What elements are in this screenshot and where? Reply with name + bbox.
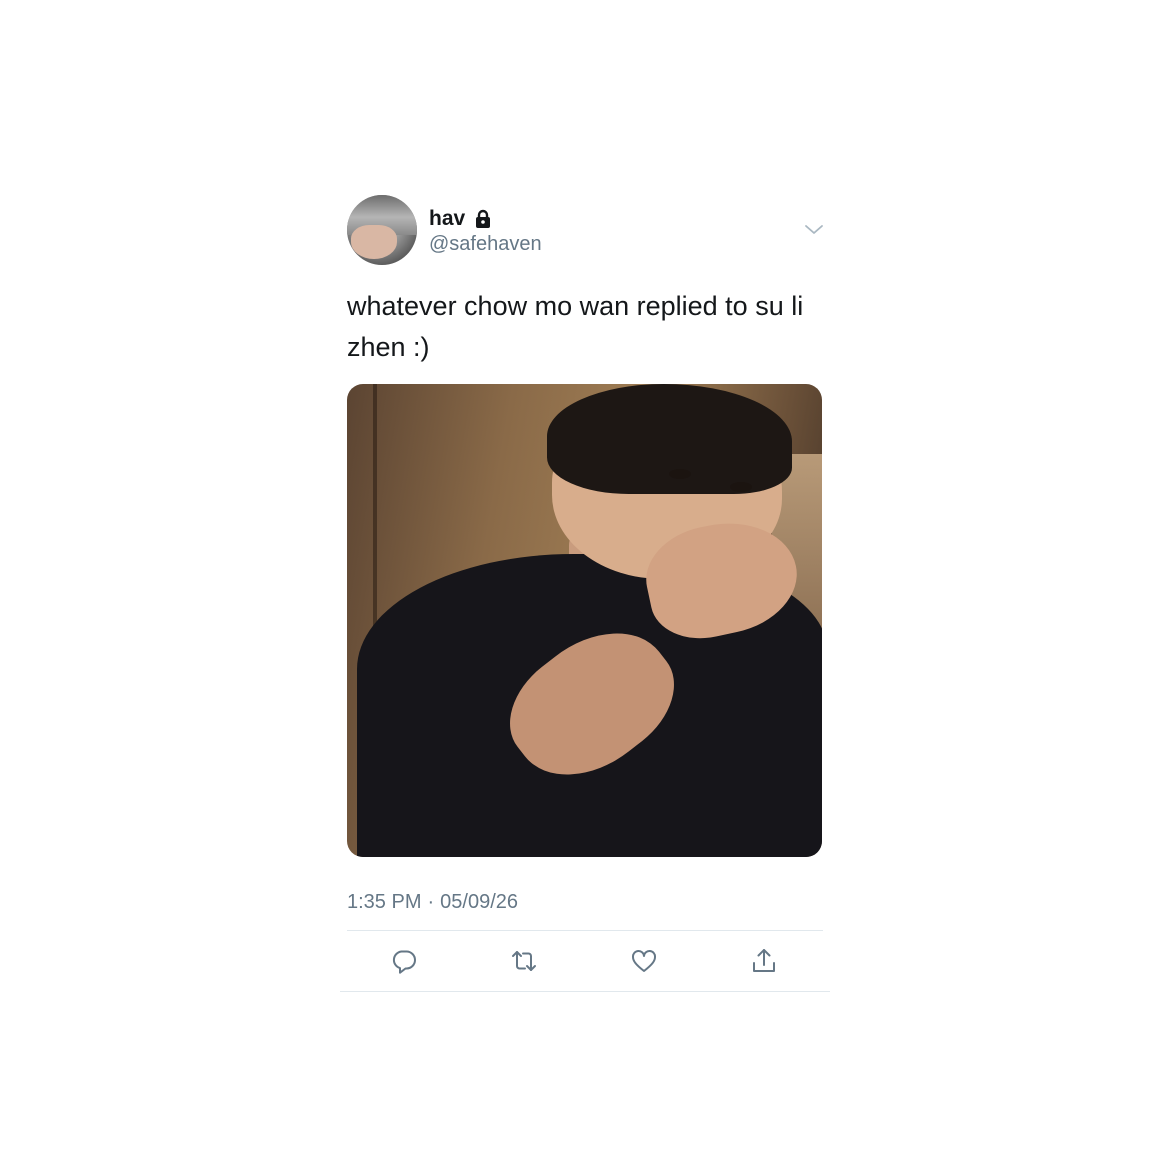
tweet-date[interactable]: 05/09/26 <box>440 891 518 914</box>
photo-eye-right <box>730 482 752 492</box>
name-row: hav <box>429 207 493 231</box>
handle[interactable]: @safehaven <box>429 233 542 256</box>
tweet-header: hav @safehaven <box>340 195 830 267</box>
action-bar <box>347 931 830 991</box>
reply-icon[interactable] <box>390 947 418 975</box>
like-icon[interactable] <box>630 947 658 975</box>
avatar[interactable] <box>347 195 417 265</box>
tweet-photo[interactable] <box>347 384 822 857</box>
divider-bottom <box>340 991 830 992</box>
photo-hair <box>547 384 792 494</box>
share-icon[interactable] <box>750 947 778 975</box>
photo-eye-left <box>669 469 691 479</box>
timestamp-separator: · <box>427 891 435 913</box>
tweet-text: whatever chow mo wan replied to su li zh… <box>347 291 804 362</box>
retweet-icon[interactable] <box>510 947 538 975</box>
lock-icon <box>473 209 493 229</box>
timestamp-row: 1:35 PM · 05/09/26 <box>347 891 830 914</box>
chevron-down-icon[interactable] <box>803 222 825 238</box>
photo-wall-line <box>373 384 377 654</box>
tweet-time[interactable]: 1:35 PM <box>347 891 421 914</box>
avatar-face <box>351 225 397 259</box>
display-name[interactable]: hav <box>429 207 465 231</box>
tweet-card: hav @safehaven whatever chow mo wan repl… <box>340 195 830 992</box>
